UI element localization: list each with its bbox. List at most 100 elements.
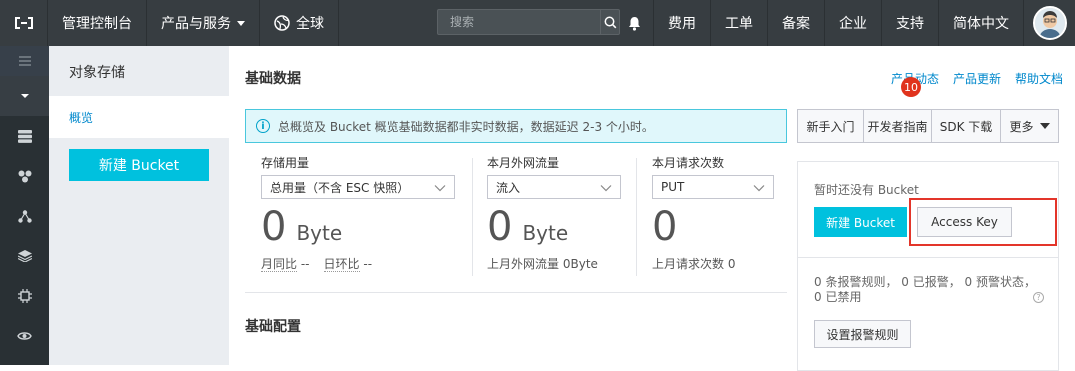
create-bucket-button[interactable]: 新建 Bucket [814, 207, 907, 237]
region-label: 全球 [296, 16, 324, 32]
stat-compare: 上月外网流量 0Byte [487, 255, 621, 272]
search-input[interactable] [438, 10, 600, 34]
config-section-title: 基础配置 [245, 319, 301, 335]
filing-link[interactable]: 备案 [767, 0, 824, 46]
caret-down-icon [237, 20, 245, 26]
stat-unit: Byte [296, 221, 343, 245]
rail-item-monitor[interactable] [0, 316, 49, 356]
sidebar: 对象存储 概览 新建 Bucket [49, 46, 229, 365]
stat-label: 本月请求次数 [652, 156, 725, 170]
console-link[interactable]: 管理控制台 [48, 0, 147, 46]
rail-item-network[interactable] [0, 196, 49, 236]
last-month-value: 0Byte [562, 257, 598, 271]
section-divider [245, 292, 787, 293]
stat-compare: 月同比 -- 日环比 -- [261, 255, 455, 272]
stat-storage: 存储用量 总用量（不含 ESC 快照） 0 Byte 月同比 -- 日环比 -- [261, 154, 455, 272]
select-value: 总用量（不含 ESC 快照） [270, 180, 410, 195]
product-rail [0, 46, 49, 365]
no-bucket-message: 暂时还没有 Bucket [814, 183, 919, 197]
topbar-right: 费用 工单 备案 企业 支持 简体中文 [615, 0, 1075, 46]
quick-links: 新手入门 开发者指南 SDK 下载 更多 [797, 109, 1059, 143]
info-notice: i 总概览及 Bucket 概览基础数据都非实时数据，数据延迟 2-3 个小时。 [245, 109, 787, 143]
request-type-select[interactable]: PUT [652, 175, 774, 199]
menu-icon [18, 56, 31, 66]
select-value: 流入 [496, 180, 521, 195]
billing-link[interactable]: 费用 [653, 0, 710, 46]
sidebar-create-bucket-button[interactable]: 新建 Bucket [69, 149, 209, 181]
share-icon [17, 209, 32, 223]
dod-value: -- [363, 257, 373, 271]
stat-divider [472, 158, 473, 276]
sidebar-title: 对象存储 [69, 65, 125, 81]
last-month-label: 上月外网流量 [487, 257, 560, 271]
bell-icon [628, 16, 640, 31]
info-icon: i [256, 119, 270, 133]
eye-icon [17, 332, 32, 340]
stat-traffic: 本月外网流量 流入 0 Byte 上月外网流量 0Byte [487, 154, 621, 272]
more-dropdown[interactable]: 更多 [1000, 109, 1059, 143]
language-selector[interactable]: 简体中文 [938, 0, 1023, 46]
rail-menu-toggle[interactable] [0, 46, 49, 76]
stat-unit: Byte [522, 221, 569, 245]
sdk-download-button[interactable]: SDK 下载 [931, 109, 1001, 143]
enterprise-link[interactable]: 企业 [824, 0, 881, 46]
stat-value: 0 Byte [487, 205, 621, 249]
search-box [437, 9, 620, 35]
product-news-link[interactable]: 产品动态 10 [891, 70, 939, 107]
quick-start-button[interactable]: 新手入门 [797, 109, 864, 143]
region-selector[interactable]: 全球 [260, 0, 339, 46]
caret-down-icon [1039, 123, 1050, 129]
notice-text: 总概览及 Bucket 概览基础数据都非实时数据，数据延迟 2-3 个小时。 [278, 119, 654, 134]
layers-icon [17, 250, 32, 262]
highlight-box [909, 198, 1057, 246]
mom-label: 月同比 [261, 257, 298, 272]
select-value: PUT [661, 180, 685, 194]
chevron-down-icon [434, 185, 446, 192]
stat-value: 0 [652, 205, 774, 249]
collapse-icon [20, 94, 29, 98]
help-docs-link[interactable]: 帮助文档 [1015, 70, 1063, 107]
stat-divider [636, 158, 637, 276]
stat-number: 0 [652, 204, 678, 250]
last-month-requests-value: 0 [727, 257, 736, 271]
storage-icon [17, 129, 32, 143]
stat-requests: 本月请求次数 PUT 0 上月请求次数 0 [652, 154, 774, 272]
aliyun-logo-icon[interactable] [0, 0, 48, 46]
traffic-direction-select[interactable]: 流入 [487, 175, 621, 199]
stat-label: 本月外网流量 [487, 156, 560, 170]
avatar [1032, 6, 1067, 40]
chip-icon [17, 289, 32, 303]
news-count-badge: 10 [900, 77, 921, 97]
stat-value: 0 Byte [261, 205, 455, 249]
products-menu[interactable]: 产品与服务 [147, 0, 260, 46]
more-label: 更多 [1009, 119, 1034, 134]
globe-icon [274, 15, 290, 31]
top-navbar: 管理控制台 产品与服务 全球 费用 工单 备案 企业 支持 简体中文 [0, 0, 1075, 46]
page-title: 基础数据 [245, 71, 301, 87]
rail-item-cluster[interactable] [0, 156, 49, 196]
rail-collapse[interactable] [0, 76, 49, 116]
sidebar-item-overview[interactable]: 概览 [49, 96, 229, 138]
main-content: 基础数据 产品动态 10 产品更新 帮助文档 i 总概览及 Bucket 概览基… [229, 46, 1075, 371]
rail-item-layers[interactable] [0, 236, 49, 276]
set-alarm-rules-button[interactable]: 设置报警规则 [814, 320, 911, 348]
ticket-link[interactable]: 工单 [710, 0, 767, 46]
dod-label: 日环比 [323, 257, 360, 272]
notification-button[interactable] [615, 0, 653, 46]
help-icon[interactable]: ? [1033, 292, 1044, 303]
support-link[interactable]: 支持 [881, 0, 938, 46]
storage-type-select[interactable]: 总用量（不含 ESC 快照） [261, 175, 455, 199]
alarm-status: 0 条报警规则， 0 已报警， 0 预警状态， 0 已禁用 [814, 275, 1036, 304]
rail-item-chip[interactable] [0, 276, 49, 316]
chevron-down-icon [600, 185, 612, 192]
stat-compare: 上月请求次数 0 [652, 255, 774, 272]
stat-number: 0 [261, 204, 287, 250]
cluster-icon [18, 170, 31, 182]
products-menu-label: 产品与服务 [161, 16, 231, 32]
rail-item-storage[interactable] [0, 116, 49, 156]
header-links: 产品动态 10 产品更新 帮助文档 [891, 70, 1063, 107]
developer-guide-button[interactable]: 开发者指南 [863, 109, 932, 143]
chevron-down-icon [753, 185, 765, 192]
product-updates-link[interactable]: 产品更新 [953, 70, 1001, 107]
user-menu[interactable] [1023, 0, 1075, 46]
